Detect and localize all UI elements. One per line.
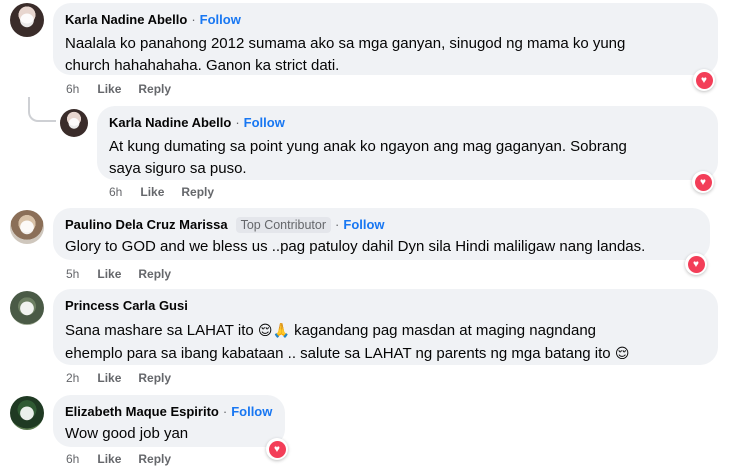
like-button[interactable]: Like	[97, 452, 121, 466]
like-button[interactable]: Like	[140, 185, 164, 199]
top-contributor-badge: Top Contributor	[235, 216, 332, 233]
avatar[interactable]: ●	[10, 210, 44, 244]
heart-icon: ♥	[268, 440, 286, 458]
comment-bubble: Karla Nadine Abello · Follow At kung dum…	[97, 106, 718, 180]
comment-text: Naalala ko panahong 2012 sumama ako sa m…	[65, 35, 626, 74]
avatar[interactable]: ●	[10, 396, 44, 430]
like-button[interactable]: Like	[97, 371, 121, 385]
comment-text: Glory to GOD and we bless us ..pag patul…	[65, 238, 646, 255]
follow-button[interactable]: Follow	[231, 404, 272, 419]
comment-bubble: Elizabeth Maque Espirito · Follow Wow go…	[53, 395, 285, 447]
reaction-badge[interactable]: ♥	[266, 438, 288, 460]
comment-actions: 5h Like Reply	[66, 267, 171, 281]
comment-actions: 6h Like Reply	[109, 185, 214, 199]
heart-icon: ♥	[687, 255, 705, 273]
timestamp[interactable]: 5h	[66, 267, 79, 281]
comment-actions: 6h Like Reply	[66, 82, 171, 96]
comment-author[interactable]: Karla Nadine Abello	[109, 115, 231, 130]
avatar[interactable]: ●	[10, 3, 44, 37]
user-icon: ●	[19, 402, 35, 423]
comment-text: Wow good job yan	[65, 425, 189, 442]
reply-button[interactable]: Reply	[138, 452, 171, 466]
timestamp[interactable]: 2h	[66, 371, 79, 385]
follow-button[interactable]: Follow	[343, 217, 384, 232]
like-button[interactable]: Like	[97, 267, 121, 281]
timestamp[interactable]: 6h	[109, 185, 122, 199]
user-icon: ●	[19, 9, 35, 30]
reaction-badge[interactable]: ♥	[692, 171, 714, 193]
reaction-badge[interactable]: ♥	[693, 69, 715, 91]
heart-icon: ♥	[695, 71, 713, 89]
relieved-pray-emoji: 😌🙏	[257, 322, 290, 338]
follow-button[interactable]: Follow	[200, 12, 241, 27]
reply-button[interactable]: Reply	[138, 267, 171, 281]
avatar[interactable]: ●	[10, 291, 44, 325]
relieved-emoji: 😌	[614, 345, 630, 361]
comment-actions: 6h Like Reply	[66, 452, 171, 466]
like-button[interactable]: Like	[97, 82, 121, 96]
avatar[interactable]: ●	[60, 109, 88, 137]
comment-actions: 2h Like Reply	[66, 371, 171, 385]
comment-author[interactable]: Paulino Dela Cruz Marissa	[65, 217, 228, 232]
comment-author[interactable]: Princess Carla Gusi	[65, 298, 188, 313]
thread-connector	[28, 97, 56, 122]
comment-bubble: Paulino Dela Cruz Marissa Top Contributo…	[53, 208, 710, 260]
reply-button[interactable]: Reply	[138, 371, 171, 385]
user-icon: ●	[67, 115, 81, 131]
reaction-badge[interactable]: ♥	[685, 253, 707, 275]
user-icon: ●	[19, 297, 35, 318]
comment-author[interactable]: Karla Nadine Abello	[65, 12, 187, 27]
timestamp[interactable]: 6h	[66, 452, 79, 466]
comment-text: Sana mashare sa LAHAT ito 😌🙏 kagandang p…	[65, 322, 630, 362]
follow-button[interactable]: Follow	[244, 115, 285, 130]
heart-icon: ♥	[694, 173, 712, 191]
comment-bubble: Princess Carla Gusi Sana mashare sa LAHA…	[53, 289, 718, 365]
comment-text: At kung dumating sa point yung anak ko n…	[109, 138, 627, 177]
comment-author[interactable]: Elizabeth Maque Espirito	[65, 404, 219, 419]
reply-button[interactable]: Reply	[138, 82, 171, 96]
timestamp[interactable]: 6h	[66, 82, 79, 96]
user-icon: ●	[19, 216, 35, 237]
reply-button[interactable]: Reply	[181, 185, 214, 199]
comment-bubble: Karla Nadine Abello · Follow Naalala ko …	[53, 3, 718, 75]
